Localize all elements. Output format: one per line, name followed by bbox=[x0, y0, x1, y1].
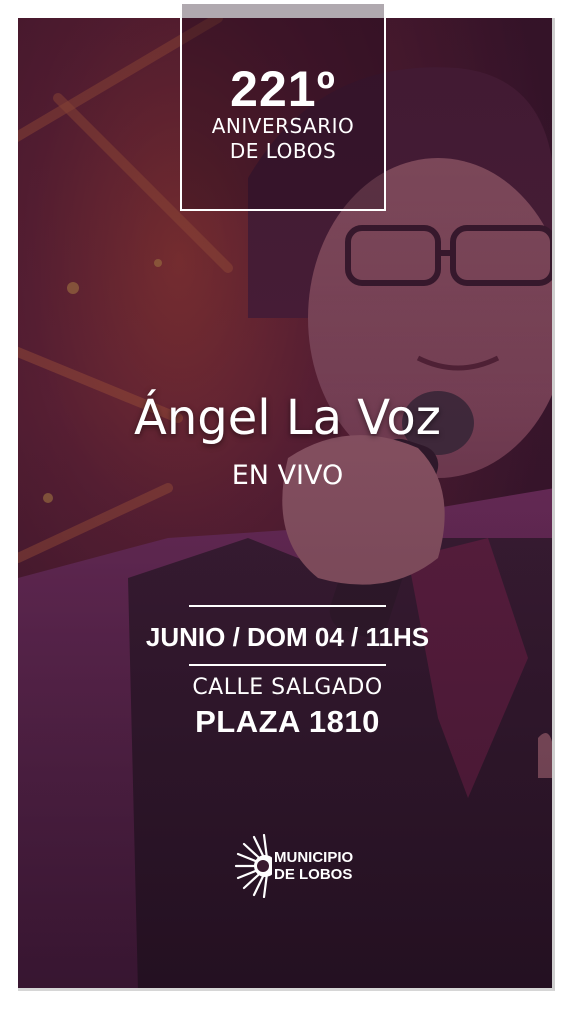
sun-emblem-icon bbox=[234, 834, 272, 898]
event-place: PLAZA 1810 bbox=[195, 704, 380, 739]
event-date: JUNIO / DOM 04 / 11HS bbox=[145, 622, 430, 652]
artist-name: Ángel La Voz bbox=[134, 390, 441, 446]
municipio-logo: MUNICIPIO DE LOBOS bbox=[232, 834, 353, 898]
logo-line-2: DE LOBOS bbox=[274, 866, 353, 883]
live-label: EN VIVO bbox=[231, 460, 344, 491]
anniversary-number: 221º bbox=[230, 61, 336, 117]
anniversary-line-1: ANIVERSARIO bbox=[211, 114, 355, 138]
anniversary-line-2: DE LOBOS bbox=[229, 139, 337, 163]
divider-bottom bbox=[189, 664, 386, 666]
event-street: CALLE SALGADO bbox=[192, 675, 383, 700]
logo-line-1: MUNICIPIO bbox=[274, 849, 354, 866]
divider-top bbox=[189, 605, 386, 607]
anniversary-box: 221º ANIVERSARIO DE LOBOS bbox=[180, 2, 386, 211]
